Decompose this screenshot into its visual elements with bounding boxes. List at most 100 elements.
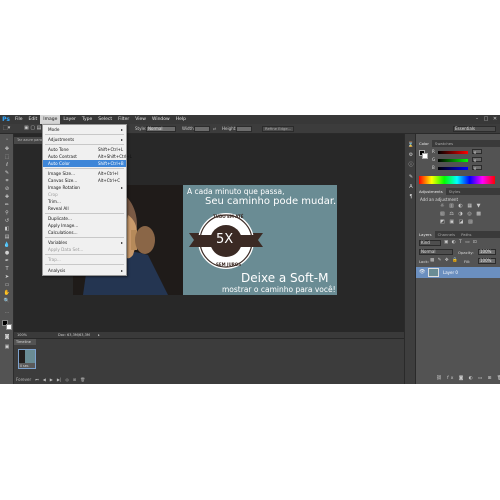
tab-styles[interactable]: Styles <box>446 188 464 195</box>
color-background-swatch[interactable] <box>422 153 428 159</box>
history-panel-icon[interactable]: ⌛ <box>407 142 415 149</box>
next-frame-icon[interactable]: ▶| <box>57 377 61 382</box>
eyedropper-tool-icon[interactable]: ⊘ <box>2 186 12 193</box>
first-frame-icon[interactable]: ⏮ <box>35 377 39 382</box>
loop-select[interactable]: Forever <box>16 377 31 382</box>
shape-tool-icon[interactable]: ▭ <box>2 282 12 289</box>
tab-adjustments[interactable]: Adjustments <box>416 188 446 195</box>
refine-edge-button[interactable]: Refine Edge... <box>262 126 295 132</box>
info-panel-icon[interactable]: ⓘ <box>407 162 415 169</box>
swap-icon[interactable]: ⇄ <box>213 126 216 131</box>
layers-footer-icons[interactable]: ⛓ fx ◙ ◐ ▭ ⊞ 🗑 <box>436 376 500 381</box>
menu-item-canvas-size[interactable]: Canvas Size... Alt+Ctrl+C <box>43 177 126 184</box>
red-slider[interactable] <box>438 151 468 154</box>
frame-delay[interactable]: 0 sec. <box>20 364 29 368</box>
tab-channels[interactable]: Channels <box>435 231 459 238</box>
layer-kind-filter[interactable]: Kind <box>419 240 441 246</box>
menu-item-auto-tone[interactable]: Auto Tone Shift+Ctrl+L <box>43 146 126 153</box>
prev-frame-icon[interactable]: ◀ <box>43 377 46 382</box>
healing-brush-tool-icon[interactable]: ✚ <box>2 194 12 201</box>
play-icon[interactable]: ▶ <box>50 377 53 382</box>
menu-item-duplicate[interactable]: Duplicate... <box>43 215 126 222</box>
toolbar-collapse-icon[interactable]: » <box>2 136 12 143</box>
visibility-eye-icon[interactable]: 👁 <box>419 269 425 275</box>
menu-type[interactable]: Type <box>79 115 95 124</box>
width-input[interactable] <box>194 126 210 132</box>
crop-tool-icon[interactable]: ⌗ <box>2 178 12 185</box>
menu-help[interactable]: Help <box>173 115 189 124</box>
menu-select[interactable]: Select <box>95 115 115 124</box>
delete-frame-icon[interactable]: 🗑 <box>80 377 85 382</box>
character-panel-icon[interactable]: A <box>407 184 415 191</box>
lock-icons[interactable]: ▩ ✎ ✥ 🔒 <box>430 258 459 263</box>
brush-panel-icon[interactable]: ✎ <box>407 174 415 181</box>
menu-file[interactable]: File <box>12 115 26 124</box>
timeline-tab[interactable]: Timeline <box>14 339 36 345</box>
quick-select-tool-icon[interactable]: ✎ <box>2 170 12 177</box>
blue-value[interactable]: 0 <box>472 165 482 171</box>
adjustment-icons-row-1[interactable]: ☼ ▥ ◐ ▦ ▼ <box>440 203 482 209</box>
selection-mode-icons[interactable]: ▣ ▢ ▤ <box>24 125 41 131</box>
adjustment-icons-row-2[interactable]: ▧ ⚖ ◑ ◎ ▩ <box>440 211 483 217</box>
more-tools-icon[interactable]: … <box>2 308 12 315</box>
blur-tool-icon[interactable]: 💧 <box>2 242 12 249</box>
tween-icon[interactable]: ◎ <box>65 377 69 382</box>
menu-edit[interactable]: Edit <box>26 115 41 124</box>
height-input[interactable] <box>236 126 252 132</box>
menu-item-image-size[interactable]: Image Size... Alt+Ctrl+I <box>43 170 126 177</box>
opacity-input[interactable]: 100% <box>478 249 496 255</box>
color-spectrum-bar[interactable] <box>419 176 495 184</box>
menu-item-mode[interactable]: Mode ▸ <box>43 126 126 133</box>
brush-tool-icon[interactable]: ✏ <box>2 202 12 209</box>
lasso-tool-icon[interactable]: ℓ <box>2 162 12 169</box>
menu-filter[interactable]: Filter <box>115 115 132 124</box>
layer-row[interactable]: 👁 Layer 0 <box>416 267 500 278</box>
dodge-tool-icon[interactable]: ● <box>2 250 12 257</box>
menu-layer[interactable]: Layer <box>60 115 79 124</box>
menu-item-analysis[interactable]: Analysis ▸ <box>43 267 126 274</box>
layer-filter-icons[interactable]: ▣ ◐ T ▭ ⊡ <box>444 240 478 245</box>
menu-view[interactable]: View <box>132 115 149 124</box>
marquee-tool-icon[interactable]: ⬚▾ <box>3 125 10 131</box>
menu-item-adjustments[interactable]: Adjustments ▸ <box>43 136 126 143</box>
duplicate-frame-icon[interactable]: ⊞ <box>73 377 76 382</box>
menu-item-calculations[interactable]: Calculations... <box>43 229 126 236</box>
screen-mode-icon[interactable]: ▣ <box>2 344 12 351</box>
green-value[interactable]: 0 <box>472 157 482 163</box>
tab-color[interactable]: Color <box>416 140 432 147</box>
tab-paths[interactable]: Paths <box>458 231 474 238</box>
menu-item-crop[interactable]: Crop <box>43 191 126 198</box>
timeline-frame[interactable]: 0 sec. <box>18 349 36 369</box>
minimize-button[interactable]: – <box>474 116 480 122</box>
blue-slider[interactable] <box>438 167 468 170</box>
move-tool-icon[interactable]: ✥ <box>2 146 12 153</box>
adjustment-icons-row-3[interactable]: ◩ ▣ ◪ ▨ <box>440 219 474 225</box>
menu-item-reveal-all[interactable]: Reveal All <box>43 205 126 212</box>
red-value[interactable]: 0 <box>472 149 482 155</box>
menu-item-apply-image[interactable]: Apply Image... <box>43 222 126 229</box>
close-button[interactable]: ✕ <box>492 116 498 122</box>
properties-panel-icon[interactable]: ⚙ <box>407 152 415 159</box>
fill-input[interactable]: 100% <box>478 258 496 264</box>
menu-image[interactable]: Image <box>40 115 61 124</box>
menu-item-trap[interactable]: Trap... <box>43 256 126 263</box>
tab-swatches[interactable]: Swatches <box>432 140 456 147</box>
gradient-tool-icon[interactable]: ▤ <box>2 234 12 241</box>
path-selection-tool-icon[interactable]: ➤ <box>2 274 12 281</box>
quick-mask-icon[interactable]: ◙ <box>2 334 12 341</box>
menu-window[interactable]: Window <box>149 115 173 124</box>
pen-tool-icon[interactable]: ✒ <box>2 258 12 265</box>
menu-item-trim[interactable]: Trim... <box>43 198 126 205</box>
menu-item-apply-data-set[interactable]: Apply Data Set... <box>43 246 126 253</box>
menu-item-auto-contrast[interactable]: Auto Contrast Alt+Shift+Ctrl+L <box>43 153 132 160</box>
green-slider[interactable] <box>438 159 468 162</box>
maximize-button[interactable]: □ <box>483 116 489 122</box>
menu-item-auto-color[interactable]: Auto Color Shift+Ctrl+B <box>43 160 126 167</box>
paragraph-panel-icon[interactable]: ¶ <box>407 194 415 201</box>
history-brush-tool-icon[interactable]: ↺ <box>2 218 12 225</box>
clone-stamp-tool-icon[interactable]: ⚲ <box>2 210 12 217</box>
eraser-tool-icon[interactable]: ◧ <box>2 226 12 233</box>
type-tool-icon[interactable]: T <box>2 266 12 273</box>
blend-mode-select[interactable]: Normal <box>419 249 453 255</box>
layer-name[interactable]: Layer 0 <box>443 270 458 275</box>
